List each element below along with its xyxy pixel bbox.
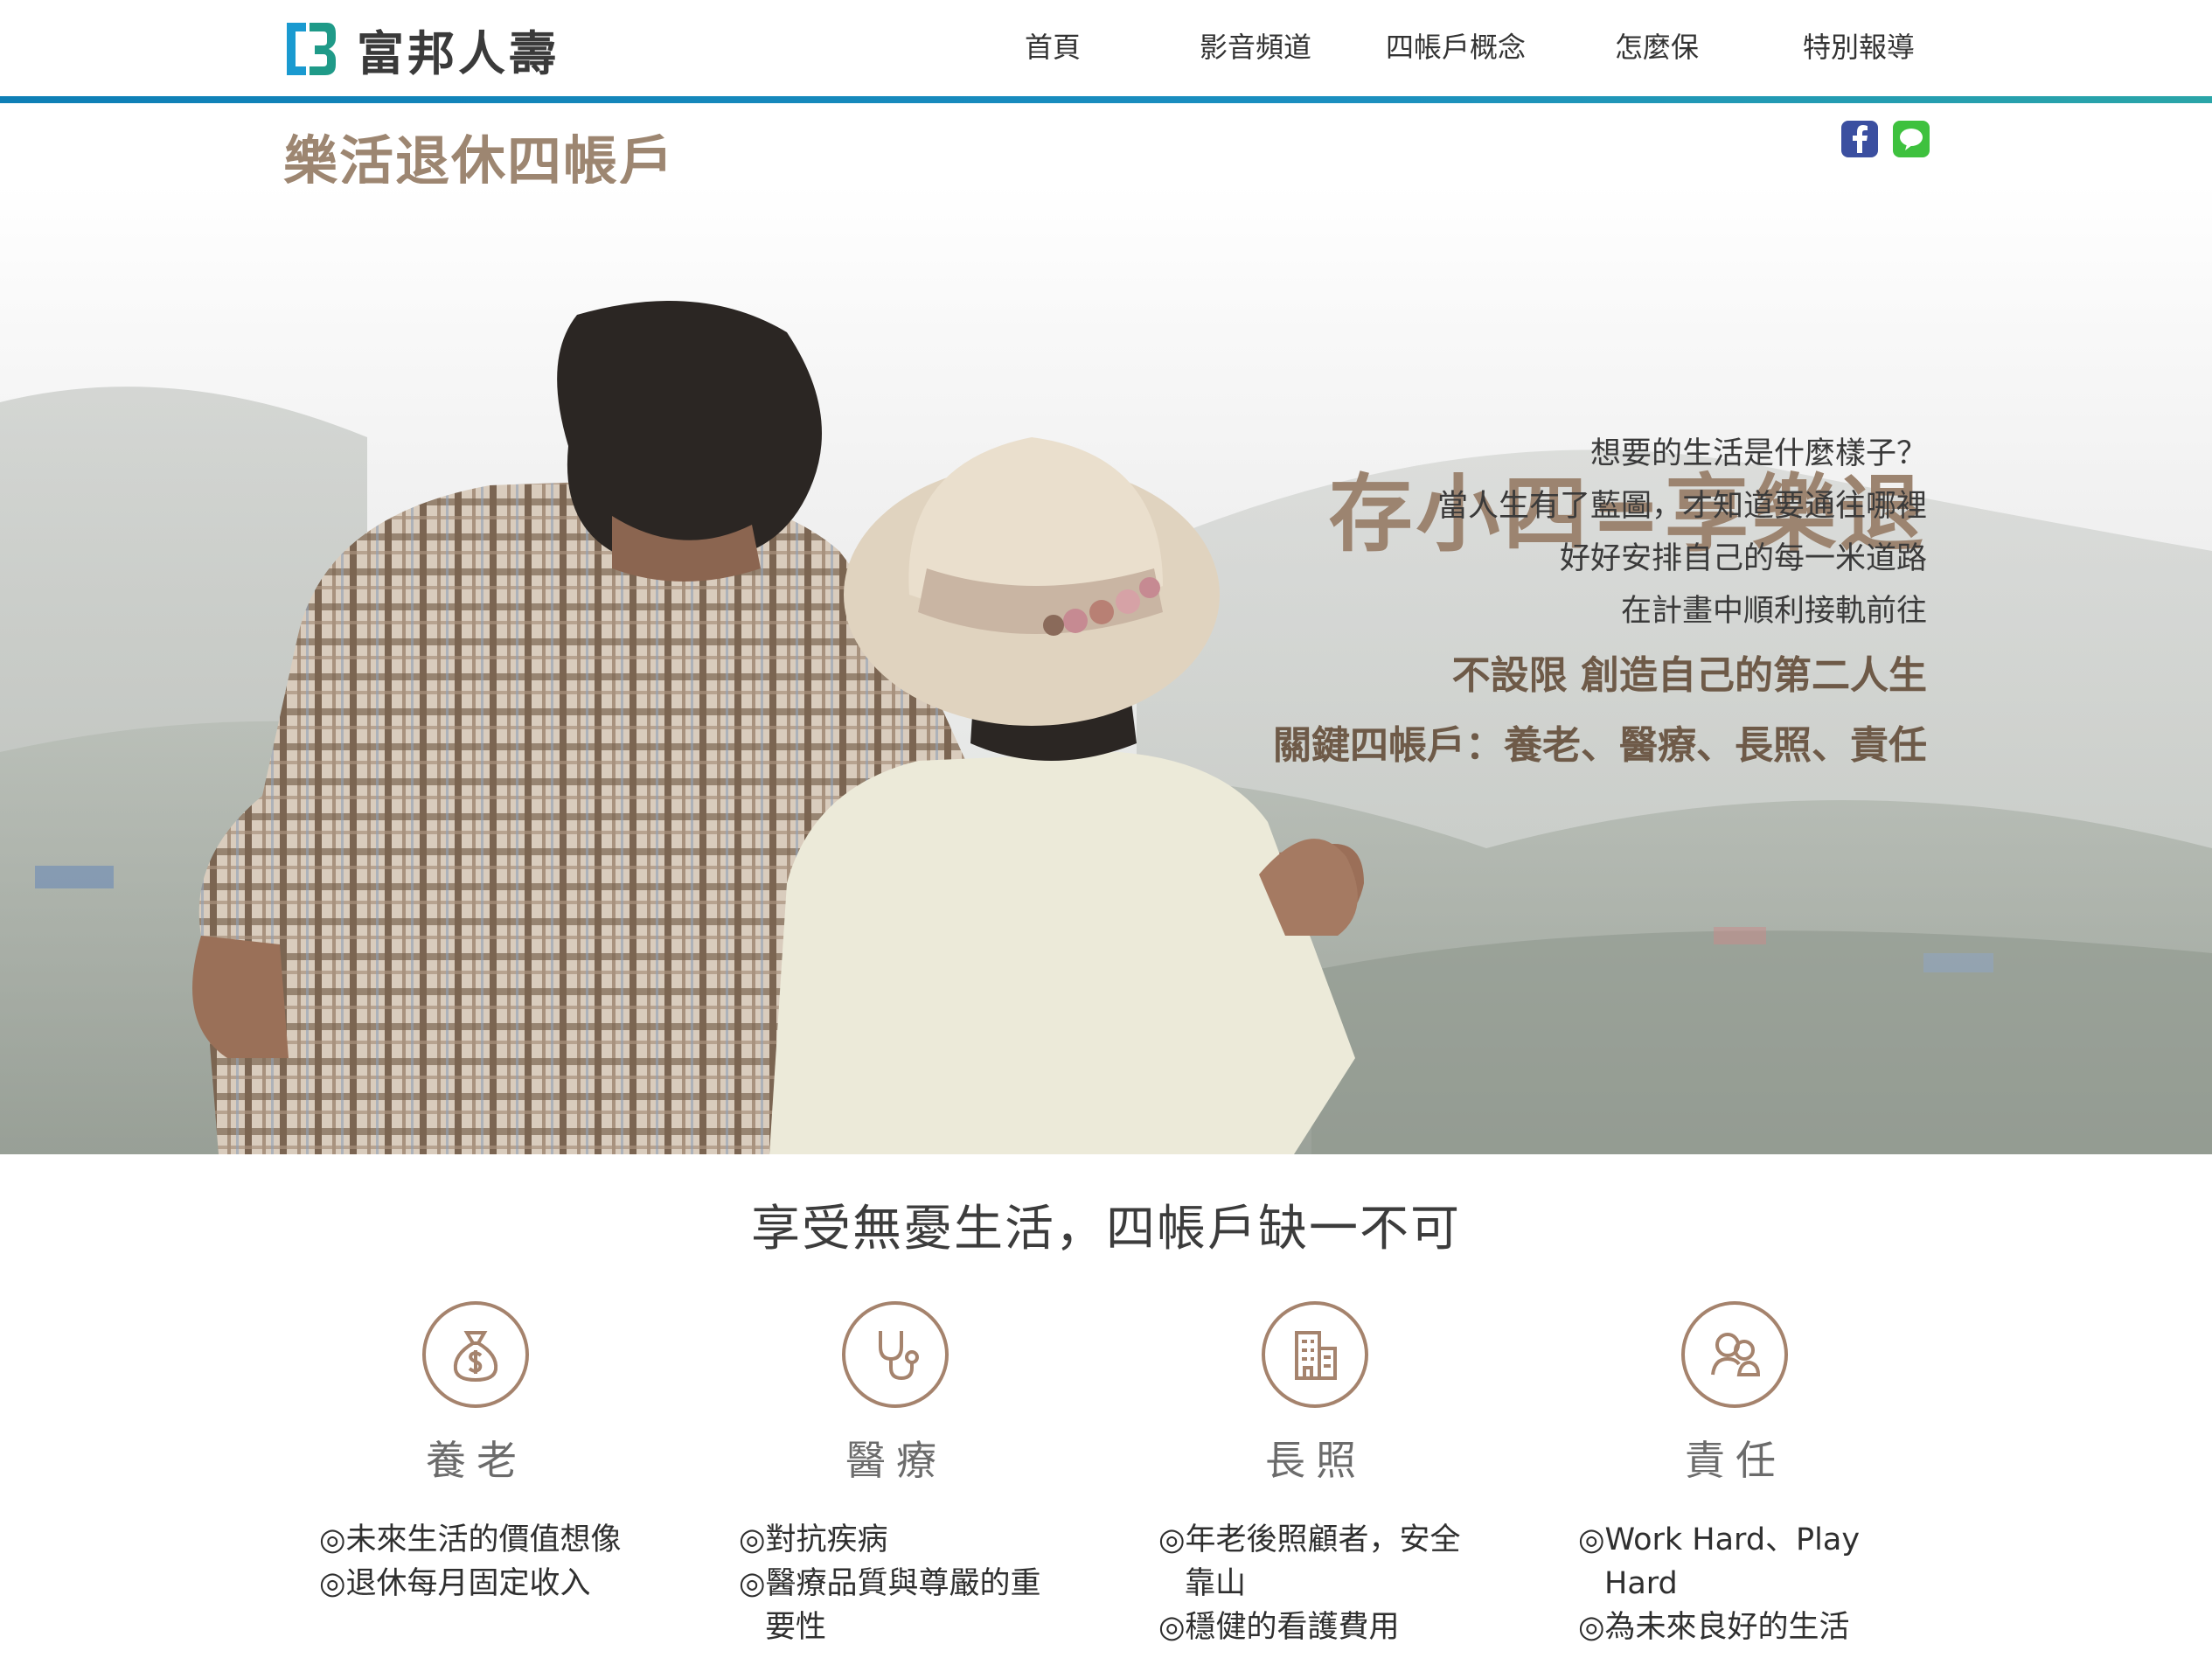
brand-logo[interactable]: 富邦人壽: [283, 17, 560, 81]
hero-line-3: 好好安排自己的每一米道路: [1559, 541, 1927, 576]
account-list-long-term-care: ◎年老後照顧者，安全靠山 ◎穩健的看護費用: [1158, 1518, 1473, 1649]
nav-how-to-insure[interactable]: 怎麼保: [1615, 21, 1699, 73]
money-bag-icon: [422, 1301, 529, 1408]
nav-home[interactable]: 首頁: [1025, 21, 1081, 73]
stethoscope-icon: [842, 1301, 949, 1408]
list-item: ◎醫療品質與尊嚴的重要性: [739, 1566, 1041, 1645]
site-header: 富邦人壽 首頁 影音頻道 四帳戶概念 怎麼保 特別報導: [0, 0, 2212, 103]
family-icon: [1681, 1301, 1788, 1408]
list-item: ◎Work Hard、Play Hard: [1578, 1522, 1861, 1601]
nav-four-accounts[interactable]: 四帳戶概念: [1386, 21, 1526, 73]
section-title: 享受無憂生活，四帳戶缺一不可: [751, 1201, 1461, 1257]
hero-banner: 存小四=享樂退 想要的生活是什麼樣子？ 當人生有了藍圖，才知道要通往哪裡 好好安…: [0, 184, 2212, 1154]
header-divider: [0, 96, 2212, 103]
list-item: ◎未來生活的價值想像: [319, 1522, 622, 1557]
account-list-responsibility: ◎Work Hard、Play Hard ◎為未來良好的生活: [1578, 1518, 1893, 1649]
account-title-long-term-care: 長照: [1265, 1437, 1367, 1484]
hero-key-accounts: 關鍵四帳戶：養老、醫療、長照、責任: [1273, 723, 1927, 768]
hero-line-4: 在計畫中順利接軌前往: [1620, 594, 1927, 629]
list-item: ◎穩健的看護費用: [1158, 1610, 1400, 1645]
list-item: ◎退休每月固定收入: [319, 1566, 591, 1601]
hero-tagline: 不設限 創造自己的第二人生: [1451, 653, 1927, 698]
nav-video-channel[interactable]: 影音頻道: [1200, 21, 1311, 73]
list-item: ◎對抗疾病: [739, 1522, 888, 1557]
hero-line-1: 想要的生活是什麼樣子？: [1589, 436, 1927, 471]
facebook-icon[interactable]: [1841, 121, 1878, 157]
building-icon: [1262, 1301, 1368, 1408]
line-chat-icon[interactable]: [1893, 121, 1930, 157]
account-title-responsibility: 責任: [1685, 1437, 1786, 1484]
account-list-retirement: ◎未來生活的價值想像 ◎退休每月固定收入: [319, 1518, 634, 1606]
list-item: ◎為未來良好的生活: [1578, 1610, 1850, 1645]
list-item: ◎年老後照顧者，安全靠山: [1158, 1522, 1461, 1601]
account-title-medical: 醫療: [845, 1437, 947, 1484]
fubon-logo-icon: [283, 19, 339, 79]
account-list-medical: ◎對抗疾病 ◎醫療品質與尊嚴的重要性: [739, 1518, 1054, 1649]
hero-line-2: 當人生有了藍圖，才知道要通往哪裡: [1436, 489, 1927, 524]
account-title-retirement: 養老: [426, 1437, 527, 1484]
brand-name: 富邦人壽: [357, 25, 560, 81]
nav-special-report[interactable]: 特別報導: [1803, 21, 1915, 73]
